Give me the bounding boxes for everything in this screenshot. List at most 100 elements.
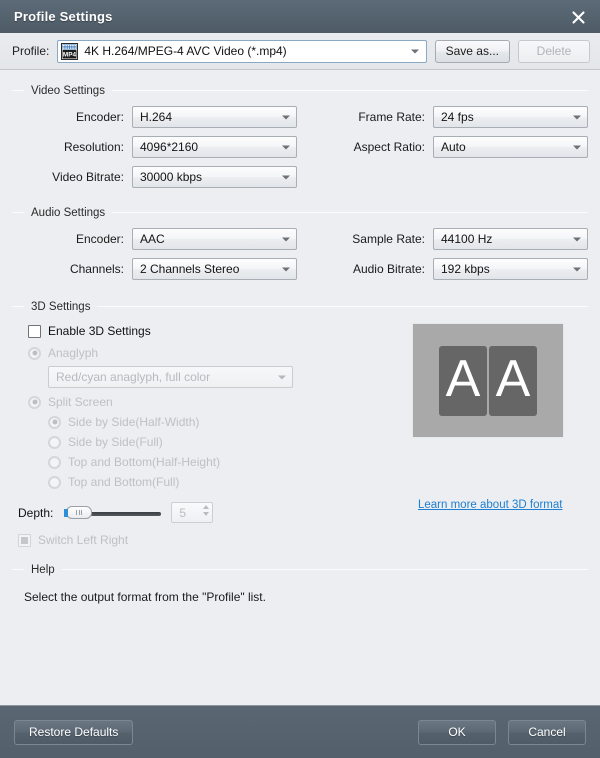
chevron-down-icon[interactable]	[277, 108, 294, 127]
anaglyph-type-select: Red/cyan anaglyph, full color	[48, 366, 293, 388]
audio-settings-fields: Encoder: AAC Sample Rate: 44100 Hz Chann…	[12, 219, 588, 284]
preview-pane-left: A	[439, 345, 487, 416]
chevron-down-icon[interactable]	[277, 230, 294, 249]
help-title: Help	[31, 563, 55, 576]
split-option-side-by-side-full: Side by Side(Full)	[48, 432, 402, 452]
svg-text:MP4: MP4	[63, 51, 77, 58]
aspect-ratio-value: Auto	[441, 140, 466, 154]
audio-settings-title: Audio Settings	[31, 206, 106, 219]
radio-icon	[48, 435, 61, 449]
profile-label: Profile:	[12, 44, 50, 58]
learn-more-3d-link[interactable]: Learn more about 3D format	[418, 499, 562, 511]
depth-value: 5	[179, 505, 187, 520]
delete-button: Delete	[518, 39, 590, 63]
anaglyph-label: Anaglyph	[48, 346, 99, 360]
channels-select[interactable]: 2 Channels Stereo	[132, 258, 297, 280]
video-settings-fields: Encoder: H.264 Frame Rate: 24 fps Resolu…	[12, 97, 588, 192]
depth-stepper: 5	[171, 502, 214, 523]
anaglyph-radio: Anaglyph	[28, 343, 402, 363]
window-title: Profile Settings	[14, 9, 113, 24]
video-encoder-value: H.264	[140, 110, 173, 124]
save-as-button[interactable]: Save as...	[434, 39, 510, 63]
radio-icon	[28, 346, 41, 360]
video-settings-title: Video Settings	[31, 84, 105, 97]
split-option-label: Side by Side(Half-Width)	[68, 415, 200, 429]
video-bitrate-select[interactable]: 30000 kbps	[132, 166, 297, 188]
stepper-arrows-icon	[203, 505, 210, 516]
chevron-down-icon[interactable]	[568, 260, 585, 279]
mp4-file-icon: MP4	[61, 42, 79, 60]
preview-pane-right: A	[489, 345, 537, 416]
sample-rate-select[interactable]: 44100 Hz	[433, 228, 588, 250]
video-settings-group: Video Settings Encoder: H.264 Frame Rate…	[12, 84, 588, 192]
chevron-down-icon[interactable]	[568, 230, 585, 249]
profile-dropdown-arrow[interactable]	[407, 42, 424, 61]
footer-bar: Restore Defaults OK Cancel	[0, 705, 600, 758]
depth-control: Depth: 5	[18, 502, 402, 523]
switch-left-right-label: Switch Left Right	[38, 533, 129, 547]
split-option-label: Side by Side(Full)	[68, 435, 163, 449]
profile-bar: Profile: MP4 4K H.264/MPEG-4 AVC Video (…	[0, 33, 600, 70]
audio-encoder-value: AAC	[140, 232, 165, 246]
profile-value: 4K H.264/MPEG-4 AVC Video (*.mp4)	[84, 44, 287, 58]
radio-icon	[48, 475, 61, 489]
profile-settings-dialog: Profile Settings Profile: MP4 4K H.264/M…	[0, 0, 600, 758]
video-encoder-label: Encoder:	[75, 110, 124, 124]
title-bar: Profile Settings	[0, 0, 600, 33]
ok-button[interactable]: OK	[418, 719, 496, 745]
chevron-down-icon[interactable]	[568, 108, 585, 127]
enable-3d-label: Enable 3D Settings	[48, 324, 151, 338]
channels-label: Channels:	[69, 262, 124, 276]
chevron-down-icon[interactable]	[277, 260, 294, 279]
cancel-button[interactable]: Cancel	[508, 719, 586, 745]
split-option-top-bottom-full: Top and Bottom(Full)	[48, 472, 402, 492]
radio-icon	[28, 395, 41, 409]
split-screen-label: Split Screen	[48, 395, 113, 409]
audio-bitrate-select[interactable]: 192 kbps	[433, 258, 588, 280]
depth-label: Depth:	[18, 505, 54, 520]
sample-rate-value: 44100 Hz	[441, 232, 493, 246]
help-text: Select the output format from the "Profi…	[24, 590, 266, 604]
chevron-down-icon	[273, 368, 290, 387]
video-bitrate-label: Video Bitrate:	[52, 170, 124, 184]
resolution-value: 4096*2160	[140, 140, 199, 154]
profile-select[interactable]: MP4 4K H.264/MPEG-4 AVC Video (*.mp4)	[57, 39, 427, 63]
help-group: Help Select the output format from the "…	[12, 563, 588, 604]
radio-icon	[48, 415, 61, 429]
checkbox-icon	[18, 533, 31, 547]
chevron-down-icon[interactable]	[277, 138, 294, 157]
chevron-down-icon[interactable]	[277, 168, 294, 187]
audio-bitrate-value: 192 kbps	[441, 262, 490, 276]
split-option-label: Top and Bottom(Full)	[68, 475, 180, 489]
video-encoder-select[interactable]: H.264	[132, 106, 297, 128]
split-option-label: Top and Bottom(Half-Height)	[68, 455, 221, 469]
close-icon[interactable]	[566, 5, 590, 29]
checkbox-icon	[28, 324, 41, 338]
split-screen-radio: Split Screen	[28, 392, 402, 412]
three-d-preview: A A	[412, 323, 564, 438]
frame-rate-label: Frame Rate:	[358, 110, 425, 124]
chevron-down-icon[interactable]	[568, 138, 585, 157]
three-d-settings-group: 3D Settings Enable 3D Settings Anaglyph	[12, 300, 588, 547]
aspect-ratio-label: Aspect Ratio:	[353, 140, 425, 154]
resolution-label: Resolution:	[63, 140, 124, 154]
slider-thumb[interactable]	[64, 505, 93, 519]
audio-settings-group: Audio Settings Encoder: AAC Sample Rate:…	[12, 206, 588, 284]
enable-3d-checkbox[interactable]: Enable 3D Settings	[28, 321, 402, 341]
sample-rate-label: Sample Rate:	[352, 232, 425, 246]
three-d-settings-title: 3D Settings	[31, 300, 91, 313]
channels-value: 2 Channels Stereo	[140, 262, 240, 276]
split-option-side-by-side-half: Side by Side(Half-Width)	[48, 412, 402, 432]
frame-rate-select[interactable]: 24 fps	[433, 106, 588, 128]
radio-icon	[48, 455, 61, 469]
frame-rate-value: 24 fps	[441, 110, 474, 124]
switch-left-right-checkbox: Switch Left Right	[18, 533, 402, 547]
audio-bitrate-label: Audio Bitrate:	[352, 262, 425, 276]
dialog-body: Video Settings Encoder: H.264 Frame Rate…	[0, 70, 600, 705]
resolution-select[interactable]: 4096*2160	[132, 136, 297, 158]
aspect-ratio-select[interactable]: Auto	[433, 136, 588, 158]
depth-slider[interactable]	[63, 505, 162, 520]
video-bitrate-value: 30000 kbps	[140, 170, 203, 184]
audio-encoder-select[interactable]: AAC	[132, 228, 297, 250]
restore-defaults-button[interactable]: Restore Defaults	[14, 719, 134, 745]
